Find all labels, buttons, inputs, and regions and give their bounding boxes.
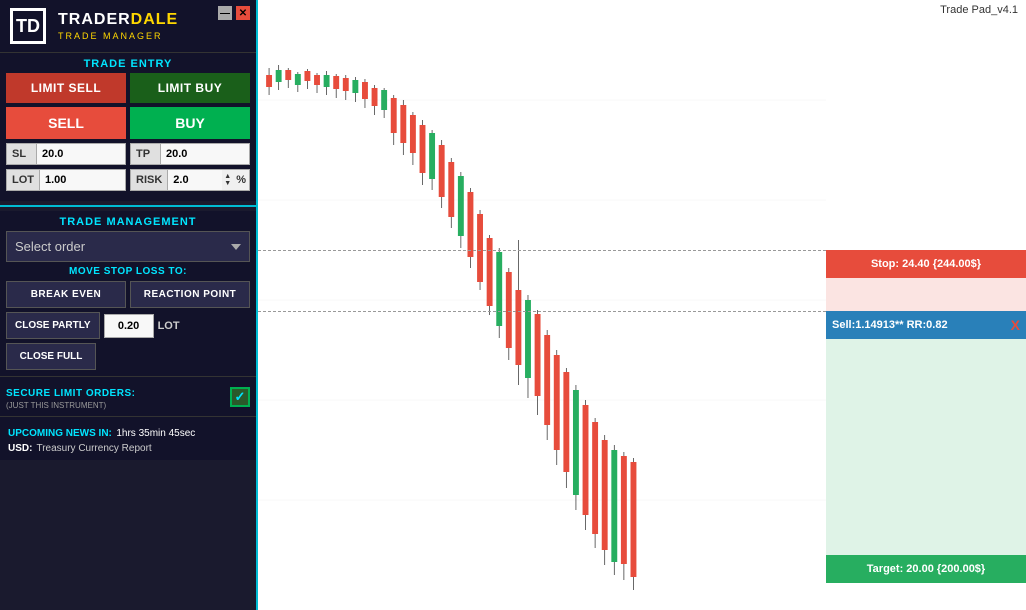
secure-sublabel: (JUST THIS INSTRUMENT) [6, 401, 135, 410]
trade-management-section: Select order MOVE STOP LOSS TO: BREAK EV… [0, 231, 256, 376]
lot-unit-label: LOT [158, 320, 180, 332]
risk-value[interactable]: 2.0 [168, 170, 222, 190]
stop-dashed-line [258, 250, 826, 251]
close-button[interactable]: ✕ [236, 6, 250, 20]
news-usd-value: Treasury Currency Report [36, 443, 151, 454]
sell-buy-row: SELL BUY [6, 107, 250, 139]
news-usd-label: USD: [8, 443, 32, 454]
trade-entry-section: LIMIT SELL LIMIT BUY SELL BUY SL 20.0 TP… [0, 73, 256, 201]
logo-initials: TD [16, 17, 40, 35]
close-partly-row: CLOSE PARTLY LOT [6, 312, 250, 339]
sl-tp-row: SL 20.0 TP 20.0 [6, 143, 250, 165]
risk-label: RISK [131, 170, 168, 190]
target-label: Target: 20.00 {200.00$} [867, 563, 985, 575]
risk-up-arrow[interactable]: ▲ [224, 173, 231, 180]
risk-group: RISK 2.0 ▲ ▼ % [130, 169, 250, 191]
trade-management-header: TRADE MANAGEMENT [0, 211, 256, 231]
logo-subtitle: TRADE MANAGER [58, 31, 178, 41]
buy-button[interactable]: BUY [130, 107, 250, 139]
window-controls: — ✕ [218, 6, 250, 20]
minimize-button[interactable]: — [218, 6, 232, 20]
check-mark-icon: ✓ [235, 389, 246, 405]
logo-name: TRADERDALE TRADE MANAGER [58, 11, 178, 41]
break-even-button[interactable]: BREAK EVEN [6, 281, 126, 308]
limit-sell-button[interactable]: LIMIT SELL [6, 73, 126, 103]
news-section: UPCOMING NEWS IN: 1hrs 35min 45sec USD: … [0, 416, 256, 460]
tp-label: TP [131, 144, 161, 164]
select-order-dropdown[interactable]: Select order [6, 231, 250, 262]
lot-value[interactable]: 1.00 [40, 170, 125, 190]
tp-value[interactable]: 20.0 [161, 144, 249, 164]
target-level: Target: 20.00 {200.00$} [826, 555, 1026, 583]
lot-group: LOT 1.00 [6, 169, 126, 191]
sl-group: SL 20.0 [6, 143, 126, 165]
left-panel: — ✕ TD TRADERDALE TRADE MANAGER TRADE EN… [0, 0, 258, 610]
sl-value[interactable]: 20.0 [37, 144, 125, 164]
news-upcoming-label: UPCOMING NEWS IN: [8, 428, 112, 439]
lot-risk-row: LOT 1.00 RISK 2.0 ▲ ▼ % [6, 169, 250, 191]
limit-buy-button[interactable]: LIMIT BUY [130, 73, 250, 103]
secure-text-group: SECURE LIMIT ORDERS: (JUST THIS INSTRUME… [6, 383, 135, 410]
move-stop-label: MOVE STOP LOSS TO: [6, 266, 250, 277]
price-levels: Stop: 24.40 {244.00$} Sell:1.14913** RR:… [826, 0, 1026, 610]
sell-label: Sell:1.14913** RR:0.82 [832, 319, 948, 331]
sell-level: Sell:1.14913** RR:0.82 X [826, 311, 1026, 339]
close-partly-lot-input[interactable] [104, 314, 154, 338]
logo-brand: TRADERDALE [58, 11, 178, 29]
logo-trader: TRADER [58, 11, 131, 28]
reward-zone [826, 339, 1026, 555]
secure-row: SECURE LIMIT ORDERS: (JUST THIS INSTRUME… [0, 376, 256, 416]
chart-area: Trade Pad_v4.1 [258, 0, 1026, 610]
close-full-row: CLOSE FULL [6, 343, 250, 370]
news-timer: 1hrs 35min 45sec [116, 428, 195, 439]
reaction-point-button[interactable]: REACTION POINT [130, 281, 250, 308]
sell-dashed-line [258, 311, 826, 312]
secure-label: SECURE LIMIT ORDERS: [6, 388, 135, 399]
news-upcoming-row: UPCOMING NEWS IN: 1hrs 35min 45sec [8, 423, 248, 441]
risk-pct-label: % [233, 170, 249, 190]
tp-group: TP 20.0 [130, 143, 250, 165]
trade-entry-header: TRADE ENTRY [0, 53, 256, 73]
candlestick-chart [258, 0, 826, 610]
limit-btn-row: LIMIT SELL LIMIT BUY [6, 73, 250, 103]
stop-level: Stop: 24.40 {244.00$} [826, 250, 1026, 278]
close-full-button[interactable]: CLOSE FULL [6, 343, 96, 370]
secure-checkbox[interactable]: ✓ [230, 387, 250, 407]
logo-box: TD [10, 8, 46, 44]
risk-zone [826, 278, 1026, 311]
close-partly-button[interactable]: CLOSE PARTLY [6, 312, 100, 339]
stop-label: Stop: 24.40 {244.00$} [871, 258, 981, 270]
lot-label: LOT [7, 170, 40, 190]
panel-divider-1 [0, 205, 256, 207]
logo-dale: DALE [131, 11, 179, 28]
sell-button[interactable]: SELL [6, 107, 126, 139]
main-container: — ✕ TD TRADERDALE TRADE MANAGER TRADE EN… [0, 0, 1026, 610]
risk-down-arrow[interactable]: ▼ [224, 180, 231, 187]
break-even-reaction-row: BREAK EVEN REACTION POINT [6, 281, 250, 308]
sell-close-button[interactable]: X [1011, 317, 1020, 333]
risk-arrows[interactable]: ▲ ▼ [224, 173, 231, 187]
sl-label: SL [7, 144, 37, 164]
news-usd-row: USD: Treasury Currency Report [8, 443, 248, 454]
logo-td: TD [10, 8, 50, 44]
